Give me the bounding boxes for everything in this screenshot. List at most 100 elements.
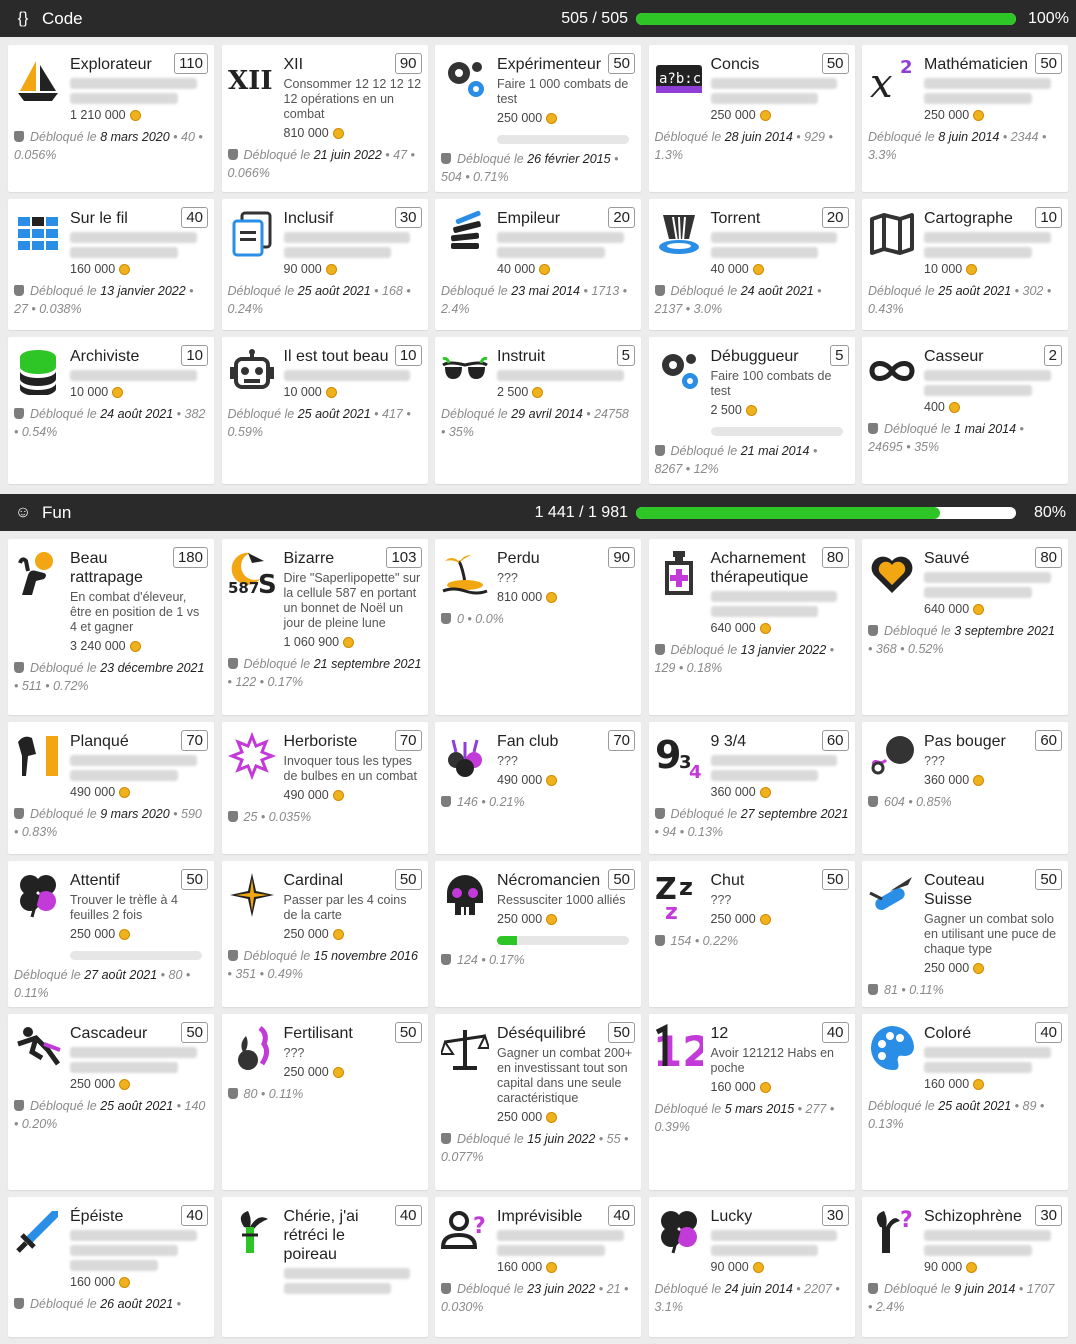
unlock-prefix: Débloqué le [30,284,101,298]
reward-amount: 160 000 [497,1260,543,1274]
achievement-card[interactable]: a?b:c Concis 50 250 000 Débloqué le 28 juin … [648,45,855,192]
achievement-name: Planqué [70,733,129,750]
unlock-prefix: Débloqué le [243,657,314,671]
achievement-reward: 3 240 000 [70,639,208,653]
achievement-card[interactable]: x 2 Mathématicien 50 250 000 Débloqué le 8 ju… [862,45,1068,192]
achievement-unlock-info: Débloqué le 25 août 2021 • 89 • 0.13% [868,1097,1062,1133]
database-icon [14,347,62,395]
achievement-card[interactable]: Cardinal 50 Passer par les 4 coins de la c… [221,861,428,1007]
unlock-stats: 154 • 0.22% [670,934,739,948]
svg-text:12: 12 [655,1027,703,1072]
trophy-icon [14,662,24,673]
hidden-description-line [924,247,1032,258]
achievement-card[interactable]: ? Imprévisible 40 160 000 Débloqué le 23 jui… [435,1197,641,1337]
gears-icon [441,55,489,103]
achievement-card[interactable]: 12 12 40 Avoir 121212 Habs en poche 160 000 D… [648,1014,855,1190]
achievement-card[interactable]: ? Schizophrène 30 90 000 Débloqué le 9 juin … [862,1197,1068,1337]
achievement-unlock-info: Débloqué le 23 décembre 2021 • 511 • 0.7… [14,659,208,695]
hidden-description-line [497,232,624,243]
achievement-card[interactable]: Chérie, j'ai rétréci le poireau 40 [221,1197,428,1337]
achievement-card[interactable]: Torrent 20 40 000 Débloqué le 24 août 2021 … [648,199,855,330]
achievement-card[interactable]: Sauvé 80 640 000 Débloqué le 3 septembre 20… [862,539,1068,715]
achievement-card[interactable]: Sur le fil 40 160 000 Débloqué le 13 janvie… [8,199,214,330]
achievement-card[interactable]: Acharnement thérapeutique 80 640 000 Débloq… [648,539,855,715]
achievement-name: Herboriste [283,733,358,750]
achievement-reward: 250 000 [711,108,849,122]
unlock-stats: • 511 • 0.72% [14,679,89,693]
achievement-card[interactable]: Coloré 40 160 000 Débloqué le 25 août 2021 … [862,1014,1068,1190]
achievement-card[interactable]: Cascadeur 50 250 000 Débloqué le 25 août 20… [8,1014,214,1190]
achievement-card[interactable]: Pas bouger 60??? 360 000 604 • 0.85% [862,722,1068,854]
achievement-card[interactable]: Lucky 30 90 000 Débloqué le 24 juin 2014 • … [648,1197,855,1337]
achievement-description: Faire 1 000 combats de test [497,77,629,106]
achievement-card[interactable]: XII XII 90 Consommer 12 12 12 12 12 opérati… [221,45,428,192]
reward-amount: 160 000 [710,1080,756,1094]
achievement-card[interactable]: Épéiste 40 160 000 Débloqué le 26 août 2021… [8,1197,214,1337]
achievement-card[interactable]: Instruit 5 2 500 Débloqué le 29 avril 2014 … [435,337,641,484]
achievement-points: 10 [394,345,422,366]
achievement-reward: 160 000 [497,1260,635,1274]
achievement-card[interactable]: Expérimenteur 50 Faire 1 000 combats de te… [435,45,641,192]
clover-icon [655,1207,703,1255]
achievement-card[interactable]: Débuggueur 5 Faire 100 combats de test 2 50… [648,337,855,484]
section-header[interactable]: {} Code 505 / 505 100% [0,0,1076,37]
svg-text:9: 9 [655,733,681,777]
achievement-points: 5 [830,345,849,366]
achievement-card[interactable]: Casseur 2 400 Débloqué le 1 mai 2014 • 2469… [862,337,1068,484]
achievement-reward: 40 000 [497,262,635,276]
clover-icon [14,871,62,919]
achievement-card[interactable]: Fan club 70??? 490 000 146 • 0.21% [435,722,641,854]
achievement-reward: 250 000 [70,1077,208,1091]
achievement-card[interactable]: Explorateur 110 1 210 000 Débloqué le 8 mar… [8,45,214,192]
achievement-card[interactable]: Cartographe 10 10 000 Débloqué le 25 août 2… [862,199,1068,330]
achievement-unlock-info: Débloqué le 29 avril 2014 • 24758 • 35% [441,405,635,441]
achievement-card[interactable]: Beau rattrapage 180 En combat d'éleveur, ê… [8,539,214,715]
achievement-card[interactable]: 587 S Bizarre 103 Dire "Saperlipopette" sur … [221,539,428,715]
achievement-card[interactable]: Déséquilibré 50 Gagner un combat 200+ en i… [435,1014,641,1190]
unlock-date: 15 novembre 2016 [313,949,418,963]
achievement-description: Gagner un combat solo en utilisant une p… [924,912,1057,956]
hidden-description-line [710,591,838,602]
unlock-stats: • [173,1297,182,1311]
medicine-icon [655,549,703,597]
hidden-description-line [924,78,1051,89]
achievement-unlock-info: Débloqué le 21 juin 2022 • 47 • 0.066% [227,146,422,182]
reward-amount: 250 000 [497,1110,543,1124]
unlock-date: 26 février 2015 [527,152,611,166]
achievement-card[interactable]: Zz z Chut 50??? 250 000 154 • 0.22% [648,861,855,1007]
section-header[interactable]: ☺ Fun 1 441 / 1 981 80% [0,494,1076,531]
achievement-card[interactable]: Il est tout beau 10 10 000 Débloqué le 25 a… [221,337,428,484]
achievement-card[interactable]: Couteau Suisse 50 Gagner un combat solo en… [862,861,1068,1007]
catch-hand-icon [14,549,62,597]
unlock-prefix: Débloqué le [670,284,741,298]
unlock-prefix: Débloqué le [670,807,741,821]
achievement-card[interactable]: 934 9 3/4 60 360 000 Débloqué le 27 septembr… [648,722,855,854]
achievement-card[interactable]: Empileur 20 40 000 Débloqué le 23 mai 2014 … [435,199,641,330]
achievement-card[interactable]: Herboriste 70 Invoquer tous les types de b… [221,722,428,854]
achievement-card[interactable]: Attentif 50 Trouver le trèfle à 4 feuilles… [8,861,214,1007]
achievement-description: Faire 100 combats de test [710,369,832,398]
unlock-date: 13 janvier 2022 [740,643,827,657]
achievement-progress-bar [710,427,843,436]
achievement-card[interactable]: Inclusif 30 90 000 Débloqué le 25 août 2021… [221,199,428,330]
unlock-date: 27 septembre 2021 [740,807,849,821]
unlock-prefix: Débloqué le [30,407,101,421]
unlock-prefix: Débloqué le [868,130,939,144]
achievement-points: 70 [181,730,208,751]
habs-coin-icon [119,1078,131,1090]
svg-text:z: z [679,873,693,901]
achievement-reward: 250 000 [497,912,635,926]
achievement-points: 110 [174,53,208,74]
habs-coin-icon [973,962,985,974]
achievement-card[interactable]: Planqué 70 490 000 Débloqué le 9 mars 2020 … [8,722,214,854]
hidden-description-line [283,1268,411,1279]
hidden-description-line [924,232,1051,243]
unlock-date: 26 août 2021 [100,1297,174,1311]
achievement-card[interactable]: Fertilisant 50??? 250 000 80 • 0.11% [221,1014,428,1190]
section-progress-bar [636,506,1016,519]
achievement-description: Avoir 121212 Habs en poche [710,1046,834,1075]
achievement-card[interactable]: Nécromancien 50 Ressusciter 1000 alliés 250… [435,861,641,1007]
achievement-card[interactable]: Archiviste 10 10 000 Débloqué le 24 août 20… [8,337,214,484]
achievement-card[interactable]: Perdu 90??? 810 000 0 • 0.0% [435,539,641,715]
hidden-description-line [70,247,178,258]
